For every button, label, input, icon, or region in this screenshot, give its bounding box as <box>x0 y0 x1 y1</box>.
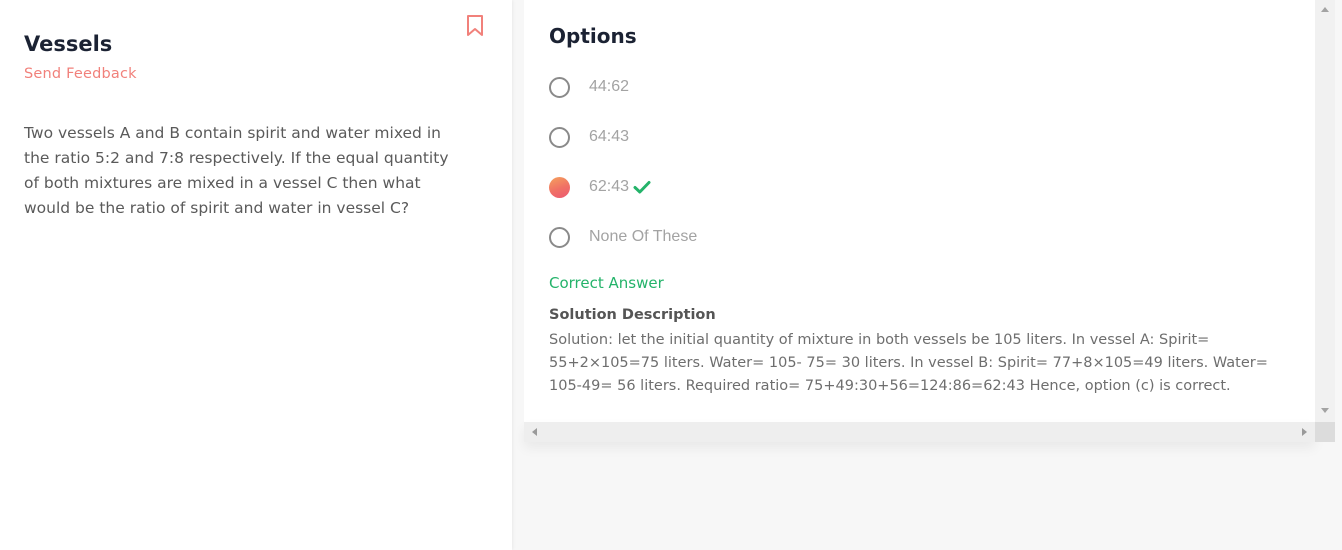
option-label: None Of These <box>589 228 698 245</box>
scroll-up-arrow-icon[interactable] <box>1321 7 1329 12</box>
horizontal-scrollbar[interactable] <box>524 422 1315 442</box>
option-d[interactable]: None Of These <box>549 224 697 250</box>
solution-text: Solution: let the initial quantity of mi… <box>549 332 1268 394</box>
bookmark-icon[interactable] <box>465 14 485 38</box>
question-title: Vessels <box>24 32 113 56</box>
option-label: 62:43 <box>589 178 630 195</box>
option-label: 44:62 <box>589 78 630 95</box>
scrollbar-corner <box>1315 422 1335 442</box>
question-panel: Vessels Send Feedback Two vessels A and … <box>0 0 512 550</box>
options-panel: Options 44:62 64:43 62:43 None Of These … <box>524 0 1315 422</box>
solution-title: Solution Description <box>549 307 716 323</box>
option-c[interactable]: 62:43 <box>549 174 651 200</box>
scroll-right-arrow-icon[interactable] <box>1302 428 1307 436</box>
question-text: Two vessels A and B contain spirit and w… <box>24 124 449 217</box>
scroll-left-arrow-icon[interactable] <box>532 428 537 436</box>
send-feedback-link[interactable]: Send Feedback <box>24 66 137 82</box>
options-title: Options <box>549 24 637 48</box>
radio-button[interactable] <box>549 126 570 148</box>
checkmark-icon <box>633 181 651 194</box>
radio-button-selected[interactable] <box>549 176 570 198</box>
correct-answer-label: Correct Answer <box>549 274 664 292</box>
scroll-down-arrow-icon[interactable] <box>1321 408 1329 413</box>
option-b[interactable]: 64:43 <box>549 124 629 150</box>
option-a[interactable]: 44:62 <box>549 74 629 100</box>
radio-button[interactable] <box>549 76 570 98</box>
radio-button[interactable] <box>549 226 570 248</box>
option-label: 64:43 <box>589 128 630 145</box>
vertical-scrollbar[interactable] <box>1315 0 1335 422</box>
